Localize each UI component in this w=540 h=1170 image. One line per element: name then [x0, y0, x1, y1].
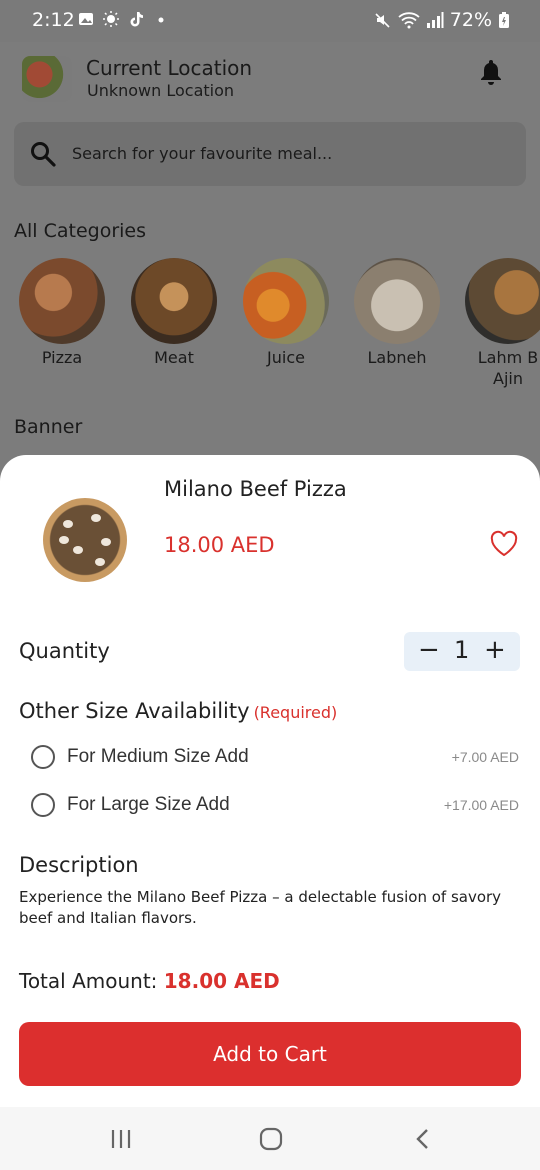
category-label: Pizza	[41, 348, 83, 367]
option-label: For Large Size Add	[67, 794, 230, 815]
category-list: Pizza Meat Juice Labneh Lahm B Ajin	[19, 258, 540, 398]
category-image	[131, 258, 217, 344]
category-label: Juice	[267, 348, 305, 367]
description-heading: Description	[19, 853, 139, 877]
category-label: Labneh	[367, 348, 427, 367]
home-icon[interactable]	[258, 1127, 284, 1151]
option-price: +17.00 AED	[443, 797, 519, 813]
product-image	[43, 498, 127, 582]
battery-percent: 72%	[449, 9, 492, 31]
search-input[interactable]: Search for your favourite meal...	[14, 122, 526, 186]
category-juice[interactable]: Juice	[243, 258, 329, 368]
location-value[interactable]: Unknown Location	[87, 81, 234, 100]
banner-heading: Banner	[14, 416, 83, 438]
size-option-large[interactable]: For Large Size Add +17.00 AED	[31, 790, 521, 820]
wifi-icon	[398, 12, 420, 29]
size-option-medium[interactable]: For Medium Size Add +7.00 AED	[31, 742, 521, 772]
category-label: Meat	[154, 348, 194, 367]
product-price: 18.00 AED	[164, 533, 275, 557]
category-lahm-bi-ajin[interactable]: Lahm B Ajin	[465, 258, 540, 389]
category-label-line: Ajin	[493, 369, 523, 388]
quantity-label: Quantity	[19, 639, 110, 663]
category-pizza[interactable]: Pizza	[19, 258, 105, 368]
option-label: For Medium Size Add	[67, 746, 249, 767]
category-labneh[interactable]: Labneh	[354, 258, 440, 368]
battery-icon	[499, 12, 509, 28]
total-value: 18.00 AED	[163, 969, 280, 993]
category-label: Lahm B Ajin	[465, 347, 540, 389]
gallery-icon	[79, 13, 93, 25]
required-badge: (Required)	[253, 703, 338, 722]
favorite-heart-icon[interactable]	[489, 530, 519, 558]
category-image	[19, 258, 105, 344]
status-bar: 2:12 72%	[0, 0, 540, 42]
category-image	[354, 258, 440, 344]
description-text: Experience the Milano Beef Pizza – a del…	[19, 888, 502, 927]
add-to-cart-button[interactable]: Add to Cart	[19, 1022, 521, 1086]
tiktok-icon	[130, 12, 143, 27]
status-right: 72%	[374, 9, 510, 31]
category-label-line: Lahm B	[477, 348, 539, 367]
radio-button[interactable]	[31, 793, 55, 817]
categories-heading: All Categories	[14, 220, 147, 242]
status-time: 2:12	[32, 9, 75, 31]
search-placeholder: Search for your favourite meal...	[72, 144, 333, 163]
category-meat[interactable]: Meat	[131, 258, 217, 368]
app-logo	[22, 56, 72, 102]
increase-quantity-button[interactable]: +	[484, 635, 506, 665]
system-nav-bar	[0, 1107, 540, 1170]
size-heading-text: Other Size Availability	[19, 699, 250, 723]
brightness-icon	[103, 11, 119, 27]
search-icon	[31, 142, 56, 167]
size-availability-heading: Other Size Availability (Required)	[19, 699, 337, 723]
decrease-quantity-button[interactable]: −	[418, 635, 440, 665]
category-image	[243, 258, 329, 344]
bell-icon[interactable]	[478, 58, 504, 86]
recent-apps-icon[interactable]	[108, 1127, 134, 1151]
signal-icon	[426, 12, 444, 28]
quantity-value: 1	[454, 636, 470, 664]
category-image	[465, 258, 540, 344]
radio-button[interactable]	[31, 745, 55, 769]
back-icon[interactable]	[410, 1127, 436, 1151]
product-name: Milano Beef Pizza	[164, 477, 347, 501]
total-amount: Total Amount: 18.00 AED	[19, 969, 280, 993]
location-title: Current Location	[86, 56, 253, 80]
mute-icon	[375, 13, 390, 28]
status-left-icons	[78, 11, 169, 27]
quantity-stepper: − 1 +	[404, 632, 520, 671]
option-price: +7.00 AED	[451, 749, 519, 765]
dot-icon	[158, 17, 164, 23]
product-bottom-sheet: Milano Beef Pizza 18.00 AED Quantity − 1…	[0, 455, 540, 1107]
total-label: Total Amount:	[19, 969, 158, 993]
